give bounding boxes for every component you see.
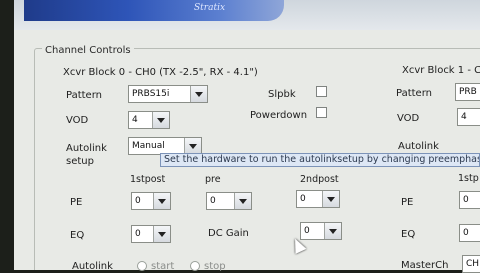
block0-autolink-setup-label-1: Autolink (66, 143, 107, 154)
block0-pattern-select[interactable]: PRBS15i (128, 85, 208, 103)
block0-dcgain-value: 0 (304, 226, 310, 236)
chevron-down-icon[interactable] (152, 112, 169, 128)
start-radio-label: start (151, 261, 175, 272)
block0-pe-2ndpost-select[interactable]: 0 (296, 190, 340, 208)
block0-dcgain-select[interactable]: 0 (300, 222, 342, 240)
block1-masterch-select[interactable]: CH (462, 255, 480, 273)
chevron-down-icon[interactable] (324, 223, 341, 239)
banner: Stratix (14, 0, 480, 30)
chevron-down-icon[interactable] (322, 191, 339, 207)
block0-pe-pre-select[interactable]: 0 (206, 192, 252, 210)
block0-col-pre: pre (205, 174, 221, 185)
block1-masterch-label: MasterCh (401, 260, 449, 271)
brand-logo-text: Stratix (194, 3, 226, 13)
block0-powerdown-label: Powerdown (250, 110, 308, 121)
block1-pe-label: PE (401, 197, 414, 208)
block1-eq-label: EQ (401, 229, 416, 240)
block0-dcgain-label: DC Gain (208, 228, 249, 239)
block0-vod-label: VOD (66, 115, 89, 126)
block1-vod-value: 4 (461, 112, 467, 122)
block0-pattern-label: Pattern (66, 90, 102, 101)
chevron-down-icon[interactable] (234, 193, 251, 209)
block0-col-2ndpost: 2ndpost (300, 174, 339, 185)
autolink-tooltip: Set the hardware to run the autolinksetu… (160, 153, 480, 167)
channel-controls-title: Channel Controls (42, 45, 134, 56)
block1-pe-value: 0 (463, 195, 469, 205)
block0-autolink-label: Autolink (72, 261, 113, 272)
block1-pattern-value: PRB (459, 87, 477, 97)
block0-eq-select[interactable]: 0 (131, 225, 171, 243)
block0-pe-pre-value: 0 (210, 196, 216, 206)
block0-pe-1stpost-value: 0 (135, 196, 141, 206)
block1-vod-select[interactable]: 4 (457, 108, 480, 126)
chevron-down-icon[interactable] (190, 86, 207, 102)
block0-pattern-value: PRBS15i (132, 89, 170, 99)
block0-title: Xcvr Block 0 - CH0 (TX -2.5", RX - 4.1") (63, 67, 258, 78)
block1-masterch-value: CH (466, 259, 480, 269)
block0-pe-1stpost-select[interactable]: 0 (131, 192, 171, 210)
block0-vod-select[interactable]: 4 (128, 111, 170, 129)
block0-vod-value: 4 (132, 115, 138, 125)
block0-eq-label: EQ (70, 230, 85, 241)
chevron-down-icon[interactable] (153, 226, 170, 242)
stop-radio-label: stop (204, 261, 226, 272)
block1-pattern-select[interactable]: PRB (455, 83, 480, 101)
block0-pe-label: PE (70, 197, 83, 208)
block0-slpbk-checkbox[interactable] (316, 86, 327, 97)
block1-autolink-label: Autolink (398, 141, 439, 152)
block0-autolink-setup-label-2: setup (66, 156, 94, 167)
block0-powerdown-checkbox[interactable] (316, 107, 327, 118)
block0-autolink-setup-value: Manual (132, 141, 165, 151)
block1-vod-label: VOD (397, 113, 420, 124)
block1-eq-value: 0 (463, 228, 469, 238)
chevron-down-icon[interactable] (153, 193, 170, 209)
block0-slpbk-label: Slpbk (268, 89, 296, 100)
block1-col-1stpost: 1stp (458, 173, 479, 184)
block1-eq-select[interactable]: 0 (459, 224, 480, 242)
brand-banner-graphic: Stratix (24, 0, 284, 21)
block1-pe-select[interactable]: 0 (459, 191, 480, 209)
chevron-down-icon[interactable] (184, 138, 201, 154)
block1-pattern-label: Pattern (396, 88, 432, 99)
autolink-tooltip-text: Set the hardware to run the autolinksetu… (164, 154, 480, 165)
block0-col-1stpost: 1stpost (130, 174, 166, 185)
block0-eq-value: 0 (135, 229, 141, 239)
block0-pe-2ndpost-value: 0 (300, 194, 306, 204)
block1-title: Xcvr Block 1 - CH (402, 65, 480, 76)
